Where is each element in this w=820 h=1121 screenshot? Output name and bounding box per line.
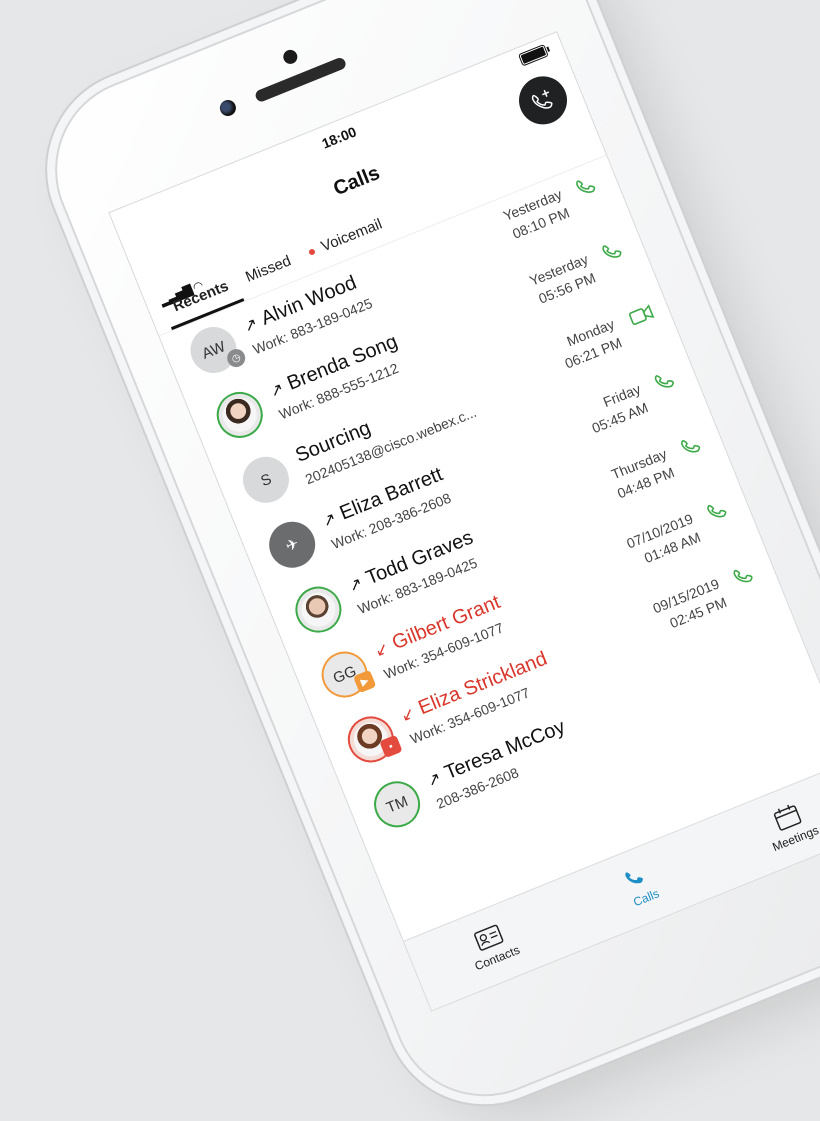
clock-badge-icon: ◷ — [224, 346, 248, 370]
outgoing-arrow-icon: ↗ — [241, 315, 261, 337]
outgoing-arrow-icon: ↗ — [267, 380, 287, 402]
phone-icon[interactable] — [678, 430, 710, 460]
phone-icon[interactable] — [704, 495, 736, 525]
phone-icon[interactable] — [599, 235, 631, 265]
phone-icon[interactable] — [573, 170, 605, 200]
outgoing-arrow-icon: ↗ — [320, 510, 339, 531]
avatar — [209, 384, 270, 445]
call-timestamp: Thursday 04:48 PM — [608, 445, 677, 502]
profile-photo — [217, 392, 262, 438]
screen: 18:00 ▂▃▅▇ ◠ Calls Recents Missed Voicem… — [108, 31, 820, 1012]
missed-arrow-icon: ↙ — [398, 704, 418, 726]
call-timestamp: Yesterday 08:10 PM — [500, 185, 572, 242]
phone-icon[interactable] — [730, 560, 762, 590]
earpiece-speaker — [253, 56, 348, 104]
nav-meetings[interactable]: Meetings — [731, 785, 820, 865]
avatar: ▪ — [340, 709, 403, 770]
phone-icon[interactable] — [652, 365, 684, 395]
avatar: TM — [367, 774, 428, 835]
phone-device: 18:00 ▂▃▅▇ ◠ Calls Recents Missed Voicem… — [30, 0, 820, 1121]
nav-contacts[interactable]: Contacts — [434, 907, 551, 985]
airplane-icon: ✈ — [283, 534, 302, 556]
avatar: ✈ — [262, 514, 323, 575]
missed-arrow-icon: ↙ — [372, 639, 392, 661]
avatar: S — [236, 449, 296, 510]
call-timestamp: Friday 05:45 AM — [589, 380, 651, 437]
avatar — [288, 579, 349, 640]
outgoing-arrow-icon: ↗ — [425, 769, 444, 791]
profile-photo — [296, 587, 341, 632]
outgoing-arrow-icon: ↗ — [346, 574, 366, 596]
camera-dot — [281, 47, 300, 67]
call-timestamp: Monday 06:21 PM — [562, 315, 625, 372]
call-timestamp: Yesterday 05:56 PM — [527, 250, 598, 307]
nav-calls[interactable]: Calls — [583, 847, 700, 925]
avatar: AW ◷ — [183, 320, 248, 380]
video-icon[interactable] — [625, 300, 657, 330]
avatar: GG ▶ — [314, 644, 377, 705]
front-camera — [217, 97, 239, 119]
voicemail-unread-dot — [307, 248, 316, 256]
